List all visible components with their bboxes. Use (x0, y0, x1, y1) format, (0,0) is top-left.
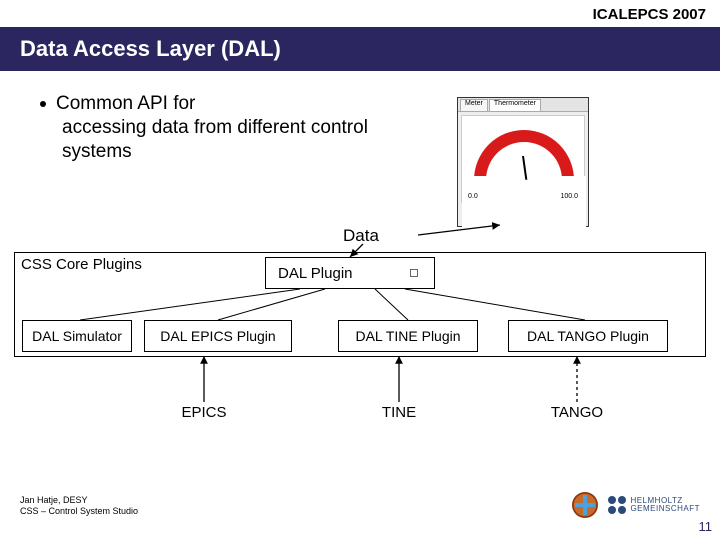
logos: HELMHOLTZ GEMEINSCHAFT (572, 492, 700, 518)
tine-label: TINE (369, 404, 429, 421)
helmholtz-logo: HELMHOLTZ GEMEINSCHAFT (608, 496, 700, 514)
dal-plugin-label: DAL Plugin (278, 265, 353, 282)
helmholtz-text: HELMHOLTZ GEMEINSCHAFT (630, 497, 700, 513)
dal-plugin-socket-icon (410, 269, 418, 277)
page-number: 11 (699, 519, 713, 534)
title-bar: Data Access Layer (DAL) (0, 27, 720, 71)
dal-epics-plugin-box: DAL EPICS Plugin (144, 320, 292, 352)
footer-author-block: Jan Hatje, DESY CSS – Control System Stu… (20, 495, 138, 516)
gauge-max: 100.0 (560, 193, 578, 200)
dal-tine-plugin-box: DAL TINE Plugin (338, 320, 478, 352)
dal-simulator-box: DAL Simulator (22, 320, 132, 352)
bullet-line-rest: accessing data from different control sy… (62, 116, 398, 164)
bullet-dot (40, 101, 46, 107)
data-flow-label: Data (343, 226, 379, 246)
desy-logo-icon (572, 492, 598, 518)
dal-tango-plugin-box: DAL TANGO Plugin (508, 320, 668, 352)
footer-author: Jan Hatje, DESY (20, 495, 138, 505)
css-core-plugins-label: CSS Core Plugins (21, 256, 142, 273)
gauge-min: 0.0 (468, 193, 478, 200)
page-title: Data Access Layer (DAL) (20, 36, 281, 62)
gauge-widget-screenshot: Meter Thermometer 0.0 100.0 Style (457, 97, 589, 227)
dal-plugin-box: DAL Plugin (265, 257, 435, 289)
bullet-line1: Common API for (56, 93, 195, 114)
gauge-tab-thermometer: Thermometer (489, 99, 541, 111)
footer-project: CSS – Control System Studio (20, 506, 138, 516)
epics-label: EPICS (169, 404, 239, 421)
conference-label: ICALEPCS 2007 (593, 6, 706, 23)
tango-label: TANGO (542, 404, 612, 421)
gauge-tab-meter: Meter (460, 99, 488, 111)
bullet-text: Common API for accessing data from diffe… (38, 92, 398, 163)
